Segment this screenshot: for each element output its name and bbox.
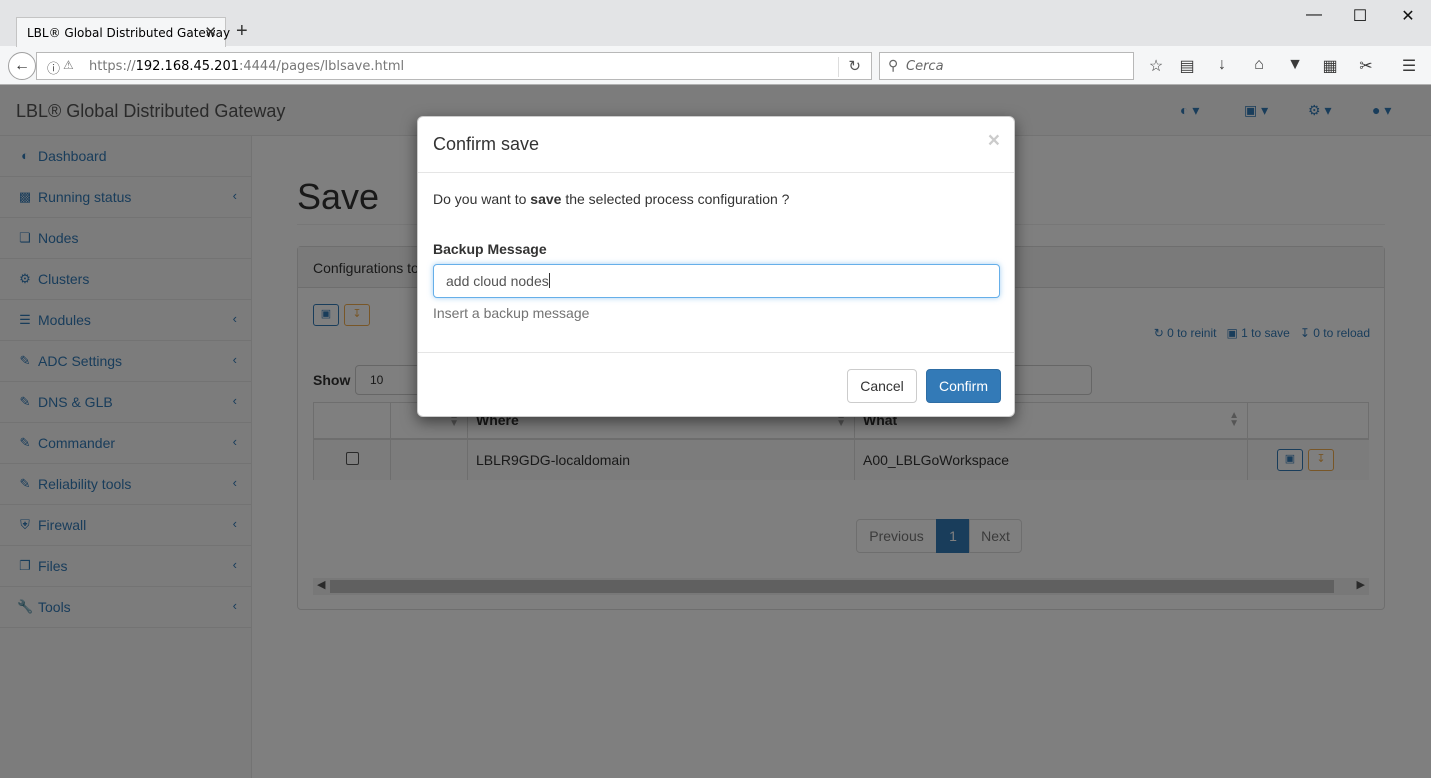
text-caret (548, 273, 550, 288)
backup-message-label: Backup Message (433, 241, 547, 257)
backup-message-input[interactable]: add cloud nodes (433, 264, 1000, 298)
url-text: https://192.168.45.201:4444/pages/lblsav… (89, 59, 404, 74)
url-host: 192.168.45.201 (135, 59, 239, 74)
bookmark-star-icon[interactable]: ☆ (1146, 56, 1166, 76)
question-prefix: Do you want to (433, 191, 531, 207)
question-emphasis: save (530, 191, 562, 207)
menu-icon[interactable]: ☰ (1399, 56, 1419, 76)
new-tab-button[interactable]: + (236, 20, 248, 43)
search-bar[interactable]: ⚲ Cerca (879, 52, 1134, 80)
reload-icon[interactable]: ↻ (848, 57, 861, 75)
browser-chrome: LBL® Global Distributed Gateway ✕ + — ☐ … (0, 0, 1431, 85)
question-suffix: the selected process configuration ? (561, 191, 790, 207)
close-icon[interactable]: × (988, 129, 1000, 153)
backup-message-help: Insert a backup message (433, 305, 590, 321)
url-separator (838, 57, 839, 77)
url-bar[interactable]: ⓘ ⚠ https://192.168.45.201:4444/pages/lb… (36, 52, 872, 80)
close-window-icon[interactable]: ✕ (1398, 6, 1418, 26)
minimize-icon[interactable]: — (1304, 6, 1324, 24)
confirm-button[interactable]: Confirm (926, 369, 1001, 403)
maximize-icon[interactable]: ☐ (1350, 6, 1370, 26)
extension-icon[interactable]: ▦ (1320, 56, 1340, 76)
confirm-save-dialog: Confirm save × Do you want to save the s… (417, 116, 1015, 417)
url-prefix: https:// (89, 59, 136, 74)
backup-message-value: add cloud nodes (446, 273, 550, 289)
lock-warning-icon[interactable]: ⚠ (63, 58, 74, 72)
cancel-button[interactable]: Cancel (847, 369, 917, 403)
browser-tab[interactable]: LBL® Global Distributed Gateway ✕ (16, 17, 230, 47)
modal-title: Confirm save (433, 134, 540, 154)
home-icon[interactable]: ⌂ (1249, 56, 1269, 74)
reading-list-icon[interactable]: ▤ (1177, 56, 1197, 76)
pocket-icon[interactable]: ▼ (1285, 56, 1305, 74)
tab-strip: LBL® Global Distributed Gateway ✕ + — ☐ … (0, 0, 1431, 47)
tab-title: LBL® Global Distributed Gateway (27, 26, 231, 40)
back-arrow-icon: ← (14, 57, 30, 74)
backup-message-text: add cloud nodes (446, 273, 549, 289)
info-icon[interactable]: ⓘ (47, 58, 60, 77)
modal-question: Do you want to save the selected process… (433, 191, 789, 207)
search-icon: ⚲ (888, 57, 899, 73)
url-path: :4444/pages/lblsave.html (239, 59, 405, 74)
modal-header: Confirm save × (418, 117, 1014, 173)
back-button[interactable]: ← (8, 52, 36, 80)
tab-close-icon[interactable]: ✕ (204, 23, 217, 41)
screenshot-icon[interactable]: ✂ (1356, 56, 1376, 76)
search-placeholder: Cerca (906, 59, 944, 74)
modal-footer: Cancel Confirm (418, 352, 1014, 417)
download-icon[interactable]: ↓ (1212, 56, 1232, 74)
